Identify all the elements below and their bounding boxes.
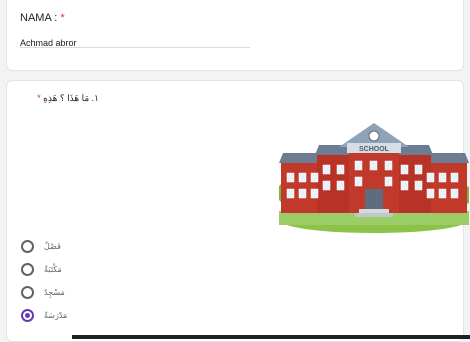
question-card: ١. مَا هَذَا ؟ هَذِهِ * SCHOOL فَصْلٌ مَ… (6, 80, 469, 342)
required-asterisk: * (60, 12, 65, 24)
option-label: مَدْرَسَةٌ (44, 311, 68, 320)
option-1[interactable]: فَصْلٌ (21, 240, 61, 253)
bottom-taskbar-strip (72, 335, 470, 339)
radio-button[interactable] (21, 263, 34, 276)
option-label: مَسْجِدٌ (44, 288, 65, 297)
radio-button-selected[interactable] (21, 309, 34, 322)
option-4[interactable]: مَدْرَسَةٌ (21, 309, 67, 322)
option-label: فَصْلٌ (44, 242, 61, 251)
school-sign-text: SCHOOL (359, 146, 390, 153)
radio-button[interactable] (21, 286, 34, 299)
option-2[interactable]: مَكْتَبَةٌ (21, 263, 62, 276)
name-question-card: NAMA : * Achmad abror (6, 0, 464, 71)
name-question-title: NAMA : * (20, 12, 65, 24)
option-label: مَكْتَبَةٌ (44, 265, 62, 274)
question-title: ١. مَا هَذَا ؟ هَذِهِ * (33, 93, 99, 104)
name-question-label: NAMA : (20, 12, 58, 24)
school-building-image: SCHOOL (279, 123, 469, 233)
radio-button[interactable] (21, 240, 34, 253)
question-text: ١. مَا هَذَا ؟ هَذِهِ (43, 93, 99, 103)
option-3[interactable]: مَسْجِدٌ (21, 286, 65, 299)
required-asterisk: * (37, 93, 41, 103)
answer-underline (20, 47, 250, 48)
